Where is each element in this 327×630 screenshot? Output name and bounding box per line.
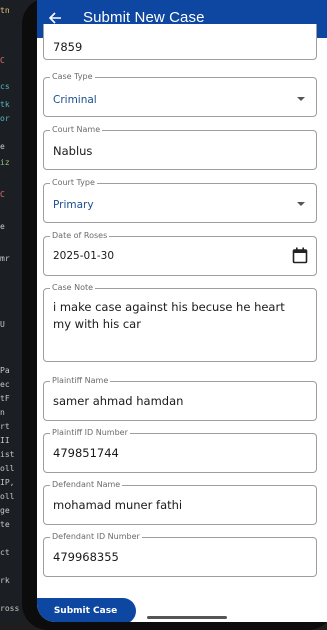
ide-fragment: n [0, 408, 5, 417]
court-name-field[interactable]: Court Name Nablus [43, 125, 317, 170]
date-of-roses-label: Date of Roses [50, 231, 110, 241]
court-type-label: Court Type [50, 178, 97, 188]
ide-fragment: rt [0, 422, 10, 431]
ide-fragment: e [0, 222, 5, 231]
ide-fragment: cs [0, 82, 10, 91]
case-note-field[interactable]: Case Note i make case against his becuse… [43, 283, 317, 362]
ide-fragment: mr [0, 254, 10, 263]
ide-fragment: te [0, 520, 10, 529]
ide-fragment: ec [0, 380, 10, 389]
plaintiff-name-label: Plaintiff Name [50, 376, 111, 386]
court-name-value: Nablus [53, 144, 93, 158]
ide-fragment: ge [0, 506, 10, 515]
case-note-value: i make case against his becuse he heart … [53, 300, 285, 331]
ide-fragment: tn [0, 6, 10, 15]
case-type-label: Case Type [50, 72, 95, 82]
submit-case-button[interactable]: Submit Case [37, 598, 136, 622]
back-arrow-icon [48, 12, 61, 24]
ide-fragment: Pa [0, 366, 10, 375]
ide-fragment: U [0, 320, 5, 329]
ide-fragment: ross [0, 604, 20, 613]
ide-fragment: rk [0, 576, 10, 585]
date-of-roses-value: 2025-01-30 [53, 250, 115, 262]
plaintiff-id-label: Plaintiff ID Number [50, 428, 130, 438]
defendant-name-field[interactable]: Defendant Name mohamad muner fathi [43, 480, 317, 525]
ide-fragment: C [0, 56, 5, 65]
ide-fragment: tF [0, 394, 10, 403]
ide-fragment: ist [0, 450, 15, 459]
plaintiff-id-value: 479851744 [53, 446, 119, 460]
ide-fragment: oll [0, 464, 15, 473]
date-of-roses-field[interactable]: Date of Roses 2025-01-30 [43, 231, 317, 276]
ide-fragment: oll [0, 492, 15, 501]
home-indicator [147, 616, 227, 619]
ide-fragment: C [0, 190, 5, 199]
court-name-label: Court Name [50, 125, 103, 135]
case-type-dropdown[interactable]: Case Type Criminal [43, 72, 317, 117]
defendant-name-value: mohamad muner fathi [53, 498, 183, 512]
ide-fragment: ct [0, 548, 10, 557]
case-type-value: Criminal [53, 94, 97, 106]
ide-fragment: tk [0, 100, 10, 109]
defendant-id-field[interactable]: Defendant ID Number 479968355 [43, 532, 317, 577]
defendant-id-label: Defendant ID Number [50, 532, 142, 542]
plaintiff-id-field[interactable]: Plaintiff ID Number 479851744 [43, 428, 317, 473]
ide-fragment: iz [0, 158, 10, 167]
ide-fragment: IP, [0, 478, 15, 487]
ide-fragment: II [0, 436, 10, 445]
ide-fragment: e [0, 142, 5, 151]
defendant-id-value: 479968355 [53, 550, 119, 564]
plaintiff-name-field[interactable]: Plaintiff Name samer ahmad hamdan [43, 376, 317, 421]
case-number-value: 7859 [53, 40, 83, 54]
plaintiff-name-value: samer ahmad hamdan [53, 394, 184, 408]
dropdown-arrow-icon [297, 97, 305, 101]
court-type-value: Primary [53, 199, 94, 211]
calendar-icon[interactable] [292, 247, 308, 264]
defendant-name-label: Defendant Name [50, 480, 123, 490]
phone-screen: Submit New Case 7859 Case Type Criminal … [37, 0, 327, 622]
case-note-label: Case Note [50, 283, 96, 293]
dropdown-arrow-icon [297, 202, 305, 206]
case-number-field[interactable]: 7859 [43, 24, 317, 60]
ide-fragment: or [0, 114, 10, 123]
court-type-dropdown[interactable]: Court Type Primary [43, 178, 317, 223]
